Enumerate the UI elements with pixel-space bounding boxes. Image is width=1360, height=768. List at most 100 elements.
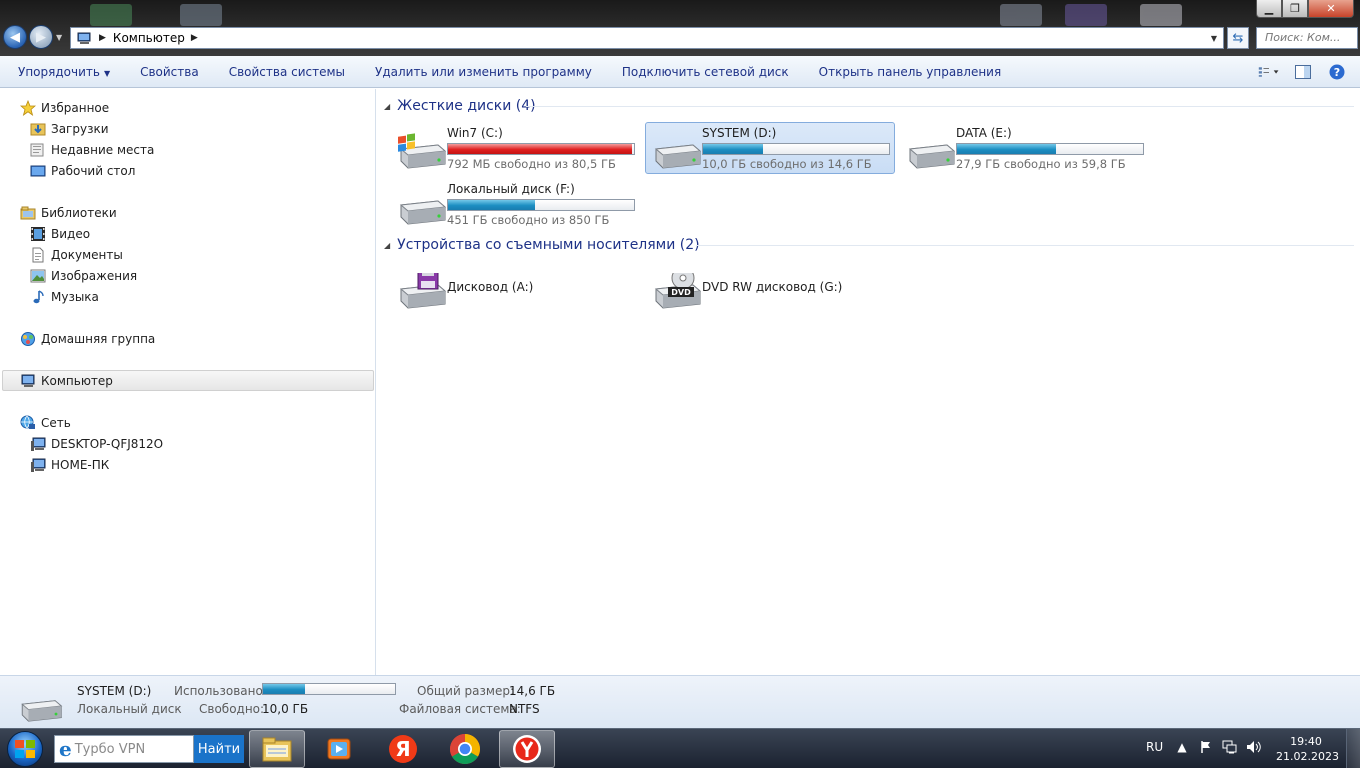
breadcrumb-arrow-icon[interactable]: ▶ (191, 33, 198, 43)
taskbar-search-placeholder: Турбо VPN (74, 741, 146, 757)
taskbar-file-explorer[interactable] (249, 730, 305, 768)
group-divider (526, 106, 1354, 107)
chrome-icon (449, 734, 481, 765)
volume-icon[interactable] (1246, 739, 1262, 755)
windows-drive-icon (398, 133, 446, 169)
sidebar-item-label: Музыка (51, 289, 99, 304)
sidebar-item-documents[interactable]: Документы (30, 244, 123, 265)
details-drive-name: SYSTEM (D:) (77, 684, 152, 698)
drive-usage-fill (703, 144, 763, 154)
yandex-browser-icon: Я (389, 735, 417, 763)
search-input[interactable]: Поиск: Ком... (1256, 27, 1358, 49)
drive-free-space: 792 МБ свободно из 80,5 ГБ (447, 157, 616, 171)
group-title: Жесткие диски (4) (397, 98, 536, 114)
taskbar-yandex-app[interactable] (499, 730, 555, 768)
sidebar-item-label: Рабочий стол (51, 163, 136, 178)
sidebar-item-label: HOME-ПК (51, 457, 110, 472)
drive-e[interactable]: DATA (E:) 27,9 ГБ свободно из 59,8 ГБ (899, 122, 1149, 174)
sidebar-item-network[interactable]: Сеть (20, 412, 71, 433)
system-properties-button[interactable]: Свойства системы (214, 65, 360, 79)
hard-drive-icon (399, 200, 446, 225)
address-bar[interactable]: ▶ Компьютер ▶ ▼ (70, 27, 1224, 49)
computer-icon (77, 32, 93, 45)
sidebar-item-recent-places[interactable]: Недавние места (30, 139, 154, 160)
help-icon[interactable]: ? (1326, 63, 1348, 81)
downloads-folder-icon (30, 121, 46, 137)
taskbar-yandex-browser[interactable]: Я (375, 730, 431, 768)
drive-d[interactable]: SYSTEM (D:) 10,0 ГБ свободно из 14,6 ГБ (645, 122, 895, 174)
action-center-flag-icon[interactable] (1198, 739, 1214, 755)
drive-free-space: 451 ГБ свободно из 850 ГБ (447, 213, 610, 227)
chevron-down-icon: ▼ (103, 68, 111, 78)
breadcrumb-arrow-icon[interactable]: ▶ (99, 33, 106, 43)
close-button[interactable]: ✕ (1308, 0, 1354, 18)
sidebar-item-music[interactable]: Музыка (30, 286, 99, 307)
breadcrumb-computer[interactable]: Компьютер (113, 31, 185, 45)
sidebar-item-libraries[interactable]: Библиотеки (20, 202, 117, 223)
forward-button[interactable]: ▶ (29, 25, 53, 49)
collapse-icon[interactable]: ◢ (384, 241, 390, 250)
computer-icon (20, 373, 36, 389)
drive-g[interactable]: DVD DVD RW дисковод (G:) (645, 262, 895, 314)
sidebar-item-downloads[interactable]: Загрузки (30, 118, 109, 139)
back-button[interactable]: ◀ (3, 25, 27, 49)
details-drive-type: Локальный диск (77, 702, 182, 716)
language-indicator[interactable]: RU (1146, 740, 1163, 754)
media-player-icon (327, 738, 351, 760)
uninstall-program-button[interactable]: Удалить или изменить программу (360, 65, 607, 79)
start-button[interactable] (3, 730, 47, 768)
organize-button[interactable]: Упорядочить ▼ (0, 65, 125, 79)
video-icon (30, 226, 46, 242)
clock[interactable]: 19:40 21.02.2023 (1276, 734, 1339, 764)
sidebar-item-label: Изображения (51, 268, 138, 283)
open-control-panel-button[interactable]: Открыть панель управления (804, 65, 1017, 79)
minimize-button[interactable]: ▁ (1256, 0, 1282, 18)
drive-name: DATA (E:) (956, 126, 1012, 140)
details-total-value: 14,6 ГБ (509, 684, 556, 698)
network-status-icon[interactable] (1222, 739, 1238, 755)
taskbar-media-player[interactable] (311, 730, 367, 768)
show-desktop-button[interactable] (1346, 729, 1360, 768)
taskbar-chrome[interactable] (437, 730, 493, 768)
group-header-hard-drives[interactable]: ◢ Жесткие диски (4) (384, 96, 1354, 116)
refresh-icon[interactable]: ⇆ (1227, 27, 1249, 49)
drive-name: DVD RW дисковод (G:) (702, 280, 843, 294)
map-network-drive-button[interactable]: Подключить сетевой диск (607, 65, 804, 79)
libraries-icon (20, 205, 36, 221)
sidebar-item-homegroup[interactable]: Домашняя группа (20, 328, 155, 349)
sidebar-item-video[interactable]: Видео (30, 223, 90, 244)
taskbar-search-input[interactable]: e Турбо VPN (54, 735, 194, 763)
sidebar-item-desktop-qfj812o[interactable]: DESKTOP-QFJ812O (30, 433, 163, 454)
properties-button[interactable]: Свойства (125, 65, 214, 79)
details-free-label: Свободно: (199, 702, 265, 716)
sidebar-item-home-pc[interactable]: HOME-ПК (30, 454, 109, 475)
taskbar: e Турбо VPN Найти Я RU ▲ 19:40 21.02.202… (0, 728, 1360, 768)
drive-a[interactable]: Дисковод (A:) (390, 262, 640, 314)
sidebar-item-desktop[interactable]: Рабочий стол (30, 160, 135, 181)
music-note-icon (30, 289, 46, 305)
group-header-removable[interactable]: ◢ Устройства со съемными носителями (2) (384, 235, 1354, 255)
show-hidden-icons-icon[interactable]: ▲ (1174, 739, 1190, 755)
sidebar-item-label: Домашняя группа (41, 331, 156, 346)
file-explorer-icon (262, 737, 292, 762)
command-bar: Упорядочить ▼ Свойства Свойства системы У… (0, 56, 1360, 88)
details-usage-bar (262, 683, 396, 695)
sidebar-item-label: DESKTOP-QFJ812O (51, 436, 164, 451)
details-usage-fill (263, 684, 306, 694)
drive-f[interactable]: Локальный диск (F:) 451 ГБ свободно из 8… (390, 178, 640, 230)
collapse-icon[interactable]: ◢ (384, 102, 390, 111)
sidebar-item-computer[interactable]: Компьютер (20, 370, 113, 391)
sidebar-item-favorites[interactable]: Избранное (20, 97, 109, 118)
maximize-button[interactable]: ❐ (1282, 0, 1308, 18)
drive-c[interactable]: Win7 (C:) 792 МБ свободно из 80,5 ГБ (390, 122, 640, 174)
address-dropdown-icon[interactable]: ▼ (1207, 29, 1221, 47)
navigation-buttons: ◀ ▶ ▼ (3, 25, 62, 49)
taskbar-search-button[interactable]: Найти (194, 735, 244, 763)
star-icon (20, 99, 36, 116)
recent-pages-dropdown-icon[interactable]: ▼ (56, 33, 62, 42)
drive-usage-bar (447, 143, 635, 155)
preview-pane-icon[interactable] (1292, 63, 1314, 81)
view-options-icon[interactable] (1258, 63, 1280, 81)
sidebar-item-pictures[interactable]: Изображения (30, 265, 137, 286)
details-total-label: Общий размер: (417, 684, 515, 698)
